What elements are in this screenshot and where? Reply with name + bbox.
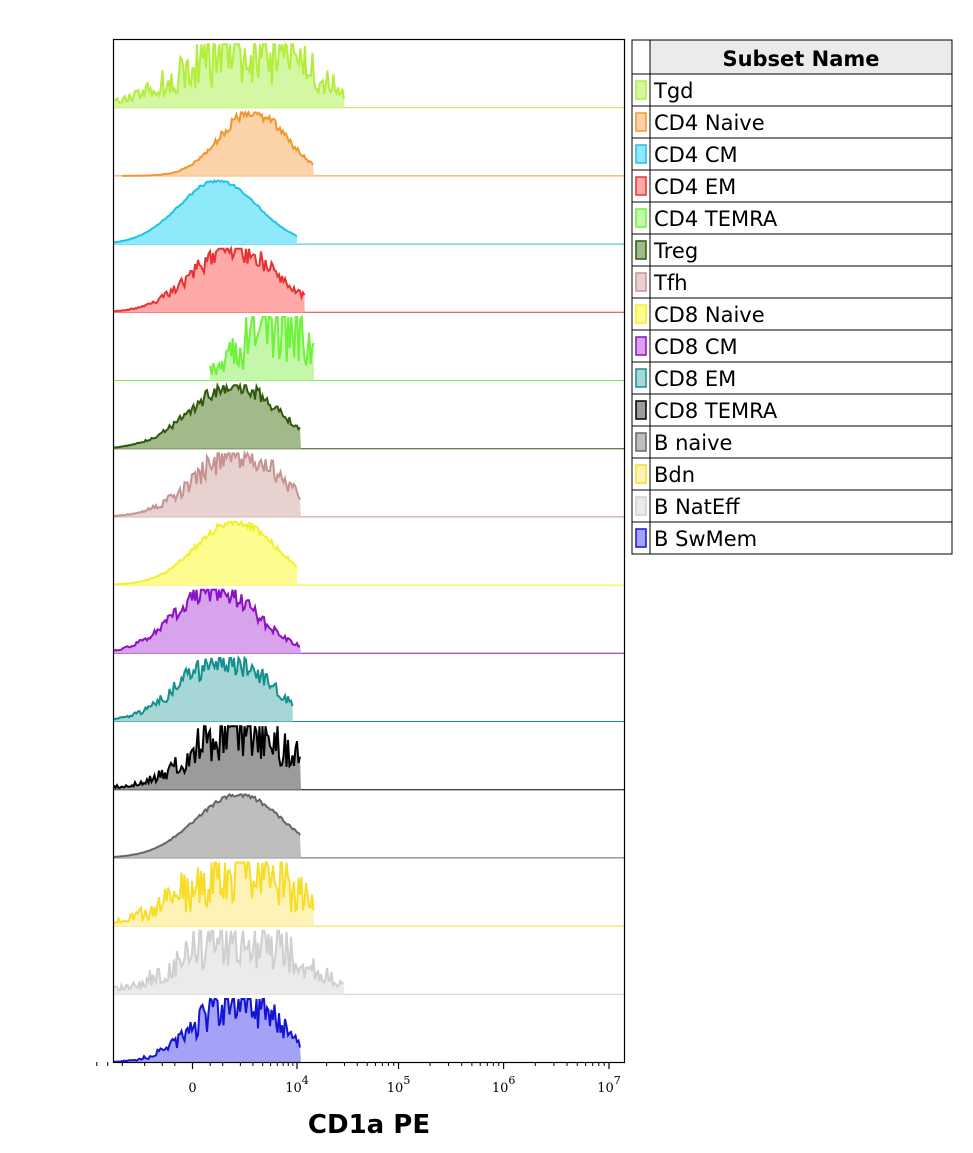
legend-table: Subset Name Tgd CD4 Naive CD4 CM CD4 EM CD4 T… bbox=[631, 39, 953, 555]
legend-label: CD8 EM bbox=[654, 367, 736, 391]
legend-swatch bbox=[635, 112, 647, 132]
x-axis-label: CD1a PE bbox=[308, 1110, 430, 1140]
legend-label: CD4 Naive bbox=[654, 111, 765, 135]
x-tick-label: 104 bbox=[285, 1074, 309, 1096]
legend-swatch bbox=[635, 336, 647, 356]
legend-row: B SwMem bbox=[631, 521, 953, 555]
legend-swatch bbox=[635, 240, 647, 260]
legend-row: CD4 Naive bbox=[631, 105, 953, 139]
legend-label: Bdn bbox=[654, 463, 695, 487]
histogram-fill bbox=[114, 589, 301, 654]
x-axis: 0 104 105 106 107 bbox=[96, 1062, 621, 1096]
histogram-bdn bbox=[113, 861, 624, 927]
legend-swatch bbox=[635, 304, 647, 324]
legend-row: CD8 TEMRA bbox=[631, 393, 953, 427]
histogram-cd4-cm bbox=[113, 179, 624, 245]
histogram-tgd bbox=[113, 41, 624, 109]
legend-row: CD8 Naive bbox=[631, 297, 953, 331]
histogram-b-swmem bbox=[113, 997, 624, 1063]
histogram-cd8-temra bbox=[113, 724, 624, 791]
legend-row: CD8 EM bbox=[631, 361, 953, 395]
legend-label: Treg bbox=[653, 239, 698, 263]
legend-swatch bbox=[635, 272, 647, 292]
x-tick-label: 0 bbox=[188, 1081, 196, 1096]
legend-row: B naive bbox=[631, 425, 953, 459]
legend-row: Bdn bbox=[631, 457, 953, 491]
legend-swatch bbox=[635, 496, 647, 516]
legend-row: Tfh bbox=[631, 265, 953, 299]
histogram-fill bbox=[114, 794, 301, 858]
legend-swatch bbox=[635, 368, 647, 388]
legend-label: B NatEff bbox=[654, 495, 740, 519]
legend-swatch bbox=[635, 432, 647, 452]
histogram-fill bbox=[114, 521, 297, 586]
legend-row: CD8 CM bbox=[631, 329, 953, 363]
legend-swatch bbox=[635, 528, 647, 548]
legend-swatch bbox=[635, 208, 647, 228]
histogram-cd8-naive bbox=[113, 519, 624, 586]
legend-swatch bbox=[635, 80, 647, 100]
histogram-tfh bbox=[113, 449, 624, 518]
legend-label: Tfh bbox=[653, 271, 688, 295]
legend-row: Treg bbox=[631, 233, 953, 267]
histogram-b-naive bbox=[113, 793, 624, 859]
histogram-chart: 0 104 105 106 107 CD1a PE Subset Name Tgd CD4 … bbox=[96, 38, 953, 1140]
x-tick-label: 105 bbox=[387, 1074, 411, 1096]
histogram-fill bbox=[122, 112, 315, 176]
x-tick-label: 107 bbox=[597, 1074, 621, 1096]
legend-row: CD4 TEMRA bbox=[631, 201, 953, 235]
legend-swatch bbox=[635, 400, 647, 420]
histogram-cd4-temra bbox=[114, 314, 624, 381]
legend-label: CD4 CM bbox=[654, 143, 738, 167]
legend-row: B NatEff bbox=[631, 489, 953, 523]
histogram-cd8-cm bbox=[113, 588, 624, 654]
histogram-cd4-naive bbox=[114, 109, 624, 177]
histogram-cd4-em bbox=[114, 244, 624, 313]
legend-title: Subset Name bbox=[722, 47, 879, 71]
legend-label: B SwMem bbox=[654, 527, 757, 551]
legend-row: CD4 EM bbox=[631, 169, 953, 203]
legend-label: CD8 TEMRA bbox=[654, 399, 778, 423]
histogram-b-nateff bbox=[113, 929, 624, 995]
legend-label: CD4 TEMRA bbox=[654, 207, 778, 231]
legend-swatch bbox=[635, 144, 647, 164]
legend-label: CD4 EM bbox=[654, 175, 736, 199]
legend-label: B naive bbox=[654, 431, 732, 455]
x-tick-label: 106 bbox=[492, 1074, 516, 1096]
histogram-fill bbox=[114, 248, 305, 313]
legend-label: Tgd bbox=[653, 79, 694, 103]
legend-swatch bbox=[635, 176, 647, 196]
legend-row: CD4 CM bbox=[631, 137, 953, 171]
histogram-lanes bbox=[113, 41, 624, 1063]
legend-label: CD8 CM bbox=[654, 335, 738, 359]
legend-swatch bbox=[635, 464, 647, 484]
histogram-treg bbox=[113, 381, 624, 450]
legend-label: CD8 Naive bbox=[654, 303, 765, 327]
histogram-cd8-em bbox=[113, 654, 624, 722]
legend-row: Tgd bbox=[631, 73, 953, 107]
